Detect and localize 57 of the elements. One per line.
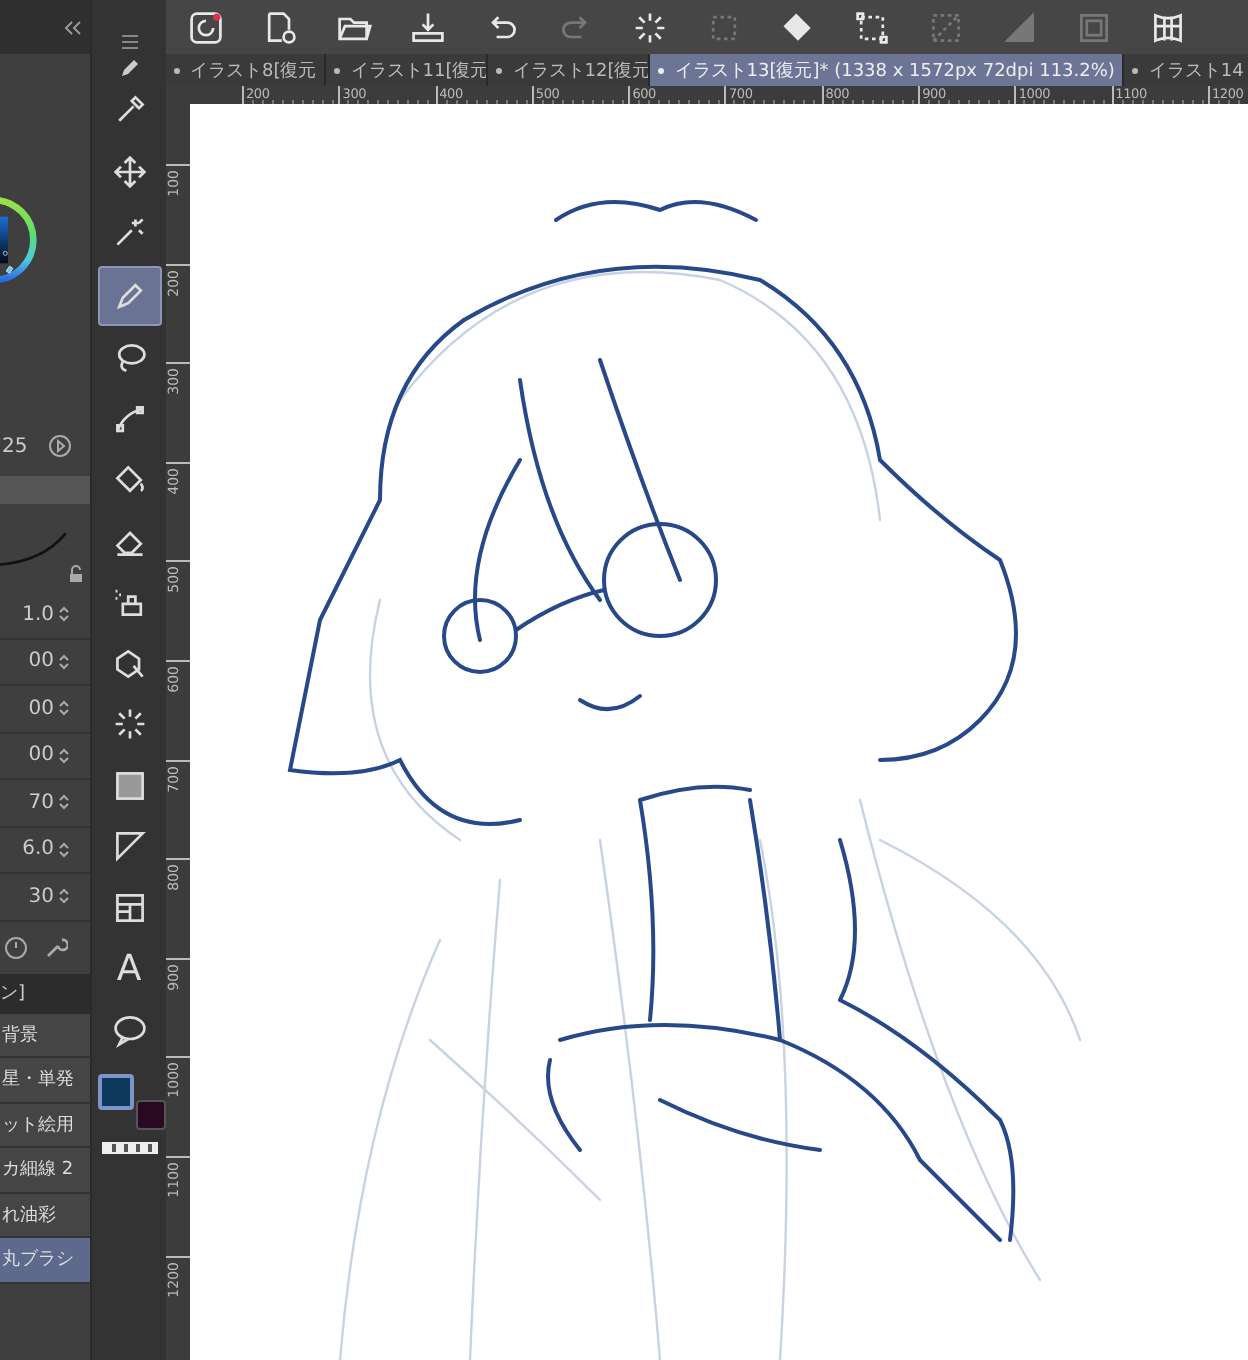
select-icon — [854, 9, 890, 45]
clock-icon[interactable] — [4, 935, 28, 959]
burst-icon — [111, 706, 147, 742]
text-tool-button[interactable]: A — [99, 940, 159, 996]
pen-icon — [111, 277, 147, 313]
stepper-icon[interactable] — [58, 698, 70, 719]
brush-item[interactable]: カ細線 2 — [0, 1148, 90, 1193]
gradient-icon — [111, 767, 147, 803]
logo-button[interactable] — [186, 7, 226, 47]
half-icon — [1002, 9, 1038, 45]
sub-color-swatch[interactable] — [135, 1100, 165, 1130]
wand-icon — [111, 214, 147, 250]
setting-value[interactable]: 30 — [28, 885, 54, 908]
section-tab[interactable]: ン] — [0, 980, 26, 1006]
spinner-icon — [632, 9, 668, 45]
clear-icon — [928, 9, 964, 45]
save-icon — [410, 9, 446, 45]
play-icon[interactable] — [47, 434, 72, 458]
brush-item[interactable]: 背景 — [0, 1013, 90, 1058]
figure-icon — [111, 645, 147, 681]
main-color-swatch[interactable] — [97, 1074, 133, 1110]
vector-icon — [111, 401, 147, 437]
setting-value[interactable]: 00 — [28, 650, 54, 673]
select-button[interactable] — [852, 7, 892, 47]
balloon-icon — [111, 1011, 147, 1047]
decoration-icon — [111, 584, 147, 620]
frame-icon — [111, 889, 147, 925]
setting-value[interactable]: 1.0 — [22, 603, 54, 626]
lock-icon[interactable] — [66, 564, 86, 584]
setting-value[interactable]: 00 — [28, 744, 54, 767]
stepper-icon[interactable] — [58, 792, 70, 813]
pen-tool-button[interactable] — [97, 265, 161, 325]
new-icon — [262, 9, 298, 45]
move-icon — [111, 153, 147, 189]
frame-icon — [1076, 9, 1112, 45]
setting-value[interactable]: 70 — [28, 791, 54, 814]
opacity-value: 25 — [2, 435, 28, 457]
collapse-icon[interactable] — [62, 19, 82, 35]
document-tab[interactable]: イラスト13[復元]* (1338 x 1572px 72dpi 113.2%) — [650, 54, 1125, 86]
mesh-icon — [1150, 9, 1186, 45]
transparent-color-swatch[interactable] — [101, 1142, 157, 1154]
menu-icon[interactable] — [119, 32, 139, 52]
logo-icon — [188, 9, 224, 45]
brush-item[interactable]: 丸ブラシ — [0, 1238, 90, 1283]
brush-item[interactable]: 星・単発 — [0, 1058, 90, 1103]
brush-item[interactable]: ット絵用 — [0, 1103, 90, 1148]
brush-item[interactable]: れ油彩 — [0, 1193, 90, 1238]
stepper-icon[interactable] — [58, 604, 70, 625]
pencil-icon[interactable] — [119, 58, 139, 78]
stepper-icon[interactable] — [58, 745, 70, 766]
stepper-icon[interactable] — [58, 886, 70, 907]
ruler-icon — [111, 828, 147, 864]
panel-tab-strip — [0, 476, 90, 504]
setting-value[interactable]: 00 — [28, 697, 54, 720]
setting-value[interactable]: 6.0 — [22, 838, 54, 861]
stepper-icon[interactable] — [58, 651, 70, 672]
stepper-icon[interactable] — [58, 839, 70, 860]
